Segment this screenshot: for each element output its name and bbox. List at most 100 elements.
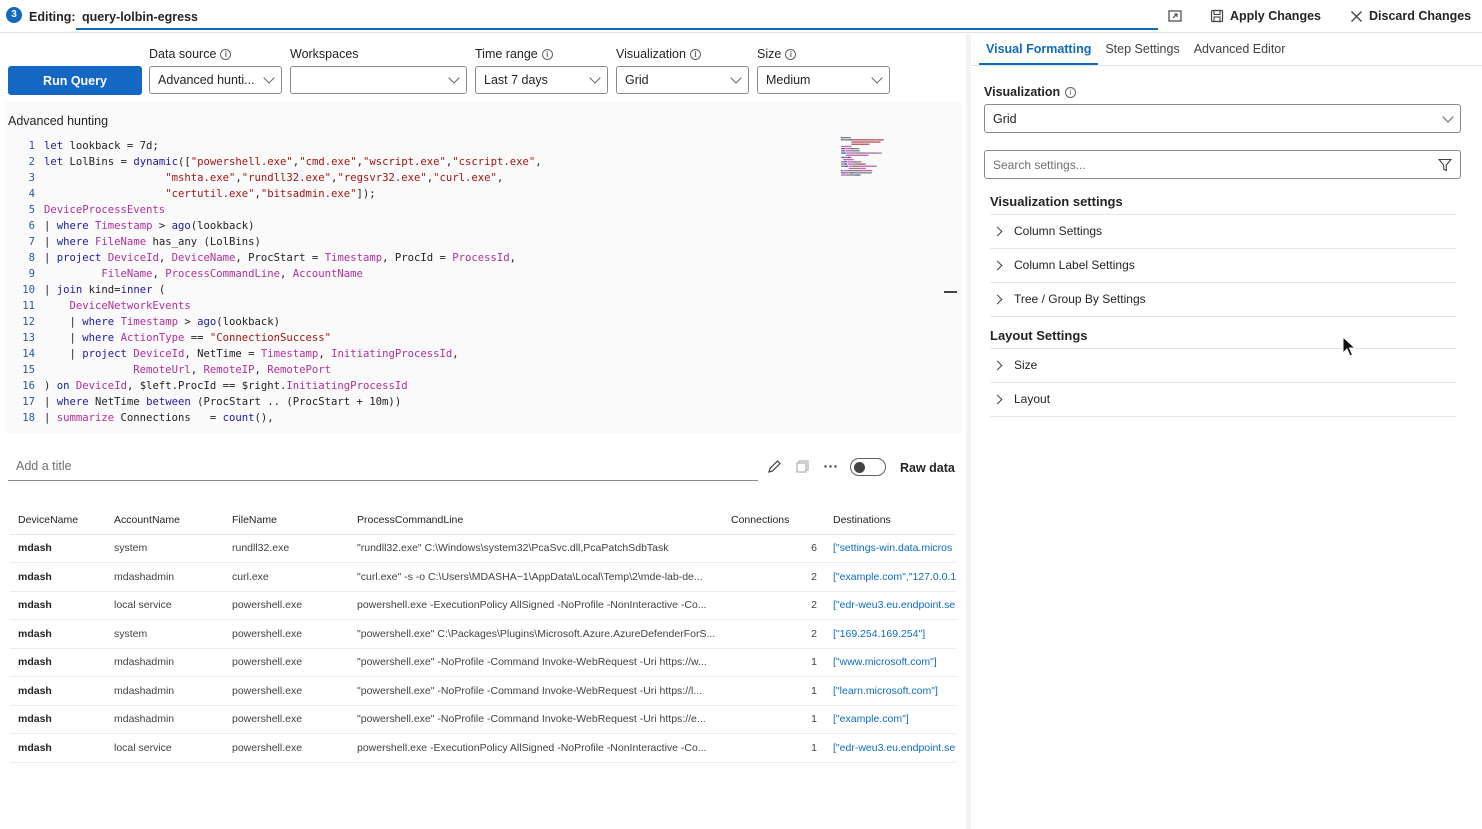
table-cell[interactable]: ["learn.microsoft.com"] (825, 676, 956, 706)
code-token: DeviceId (107, 252, 159, 264)
query-name-input[interactable]: query-lolbin-egress (82, 10, 198, 24)
table-row[interactable]: mdash local service powershell.exe powershe… (10, 733, 956, 763)
code-line[interactable]: 13 | where ActionType == "ConnectionSucc… (8, 330, 542, 346)
table-cell: 1 (723, 648, 825, 677)
code-token: Connections = (114, 412, 223, 424)
tab-visual-formatting[interactable]: Visual Formatting (979, 34, 1099, 65)
discard-changes-button[interactable]: Discard Changes (1350, 9, 1471, 23)
code-line[interactable]: 11 DeviceNetworkEvents (8, 298, 542, 314)
table-cell: "powershell.exe" C:\Packages\Plugins\Mic… (349, 619, 723, 649)
table-cell[interactable]: ["example.com"] (825, 705, 956, 734)
time-range-dropdown[interactable]: Last 7 days (475, 66, 608, 94)
info-icon[interactable]: i (220, 48, 232, 60)
code-line[interactable]: 1 let lookback = 7d; (8, 138, 542, 154)
code-minimap[interactable] (840, 136, 914, 178)
toggle-knob (854, 461, 865, 473)
code-line[interactable]: 8 | project DeviceId, DeviceName, ProcSta… (8, 250, 542, 266)
data-source-dropdown[interactable]: Advanced hunti... (149, 66, 282, 94)
query-editor-pane: Run Query Data source i Advanced hunti...… (0, 34, 966, 829)
line-number: 18 (22, 412, 35, 424)
table-cell: 2 (723, 591, 825, 620)
table-cell: mdash (10, 676, 106, 706)
code-line[interactable]: 4 "certutil.exe", "bitsadmin.exe"]); (8, 186, 542, 202)
code-line[interactable]: 2 let LolBins = dynamic(["powershell.exe"… (8, 154, 542, 170)
apply-changes-button[interactable]: Apply Changes (1210, 9, 1321, 23)
search-settings-input[interactable]: Search settings... (984, 150, 1461, 179)
code-line[interactable]: 10 | join kind= inner ( (8, 282, 542, 298)
step-number-badge: 3 (6, 7, 22, 23)
visualization-dropdown[interactable]: Grid (616, 66, 749, 94)
table-row[interactable]: mdash mdashadmin powershell.exe "powershell… (10, 676, 956, 706)
code-line[interactable]: 5 DeviceProcessEvents (8, 202, 542, 218)
size-dropdown[interactable]: Medium (757, 66, 890, 94)
table-cell: mdashadmin (106, 676, 224, 706)
info-icon[interactable]: i (689, 48, 701, 60)
filter-icon[interactable] (1438, 158, 1452, 172)
accordion-item-column-settings[interactable]: Column Settings (990, 214, 1456, 248)
line-number: 11 (22, 300, 35, 312)
info-icon[interactable]: i (1065, 86, 1077, 98)
accordion-item-column-label-settings[interactable]: Column Label Settings (990, 248, 1456, 282)
code-line[interactable]: 12 | where Timestamp > ago (lookback) (8, 314, 542, 330)
table-cell[interactable]: ["settings-win.data.micros (825, 534, 956, 563)
code-line[interactable]: 9 FileName, ProcessCommandLine, AccountN… (8, 266, 542, 282)
code-lines[interactable]: 1 let lookback = 7d; 2 let LolBins = dynami… (8, 138, 542, 426)
code-line[interactable]: 17 | where NetTime between (ProcStart .. … (8, 394, 542, 410)
info-icon[interactable]: i (541, 48, 553, 60)
table-cell[interactable]: ["www.microsoft.com"] (825, 648, 956, 677)
pencil-icon[interactable] (767, 459, 782, 474)
column-header[interactable]: Connections (723, 506, 825, 535)
table-row[interactable]: mdash local service powershell.exe powershe… (10, 591, 956, 620)
table-cell[interactable]: ["edr-weu3.eu.endpoint.se (825, 733, 956, 763)
code-token: where (56, 220, 89, 232)
code-line[interactable]: 14 | project DeviceId, NetTime = Timesta… (8, 346, 542, 362)
accordion-item-tree-group-by-settings[interactable]: Tree / Group By Settings (990, 282, 1456, 316)
code-token: | (44, 252, 57, 264)
code-token: InitiatingProcessId (331, 348, 453, 360)
code-line[interactable]: 16) on DeviceId, $left.ProcId == $right.… (8, 378, 542, 394)
table-cell[interactable]: ["edr-weu3.eu.endpoint.se (825, 591, 956, 620)
settings-pane: Visual Formatting Step Settings Advanced E… (971, 34, 1482, 829)
table-cell[interactable]: ["169.254.169.254"] (825, 619, 956, 649)
table-row[interactable]: mdash mdashadmin powershell.exe "powershell… (10, 705, 956, 734)
code-token: FileName (95, 236, 147, 248)
accordion-item-size[interactable]: Size (990, 348, 1456, 382)
tab-step-settings[interactable]: Step Settings (1098, 34, 1186, 65)
column-header[interactable]: DeviceName (10, 506, 106, 535)
expand-window-icon[interactable] (1168, 9, 1182, 23)
line-number: 14 (22, 348, 35, 360)
code-line[interactable]: 15 RemoteUrl, RemoteIP, RemotePort (8, 362, 542, 378)
table-cell: powershell.exe (224, 733, 349, 763)
table-cell[interactable]: ["example.com","127.0.0.1 (825, 562, 956, 592)
workspaces-dropdown[interactable] (290, 66, 467, 94)
code-token: , (158, 252, 172, 264)
run-query-button[interactable]: Run Query (8, 66, 142, 95)
column-header[interactable]: FileName (224, 506, 349, 535)
info-icon[interactable]: i (785, 48, 797, 60)
table-row[interactable]: mdash mdashadmin powershell.exe "powershell… (10, 648, 956, 677)
table-row[interactable]: mdash system rundll32.exe "rundll32.exe" C:… (10, 534, 956, 563)
tab-advanced-editor[interactable]: Advanced Editor (1187, 34, 1293, 65)
more-options-icon[interactable] (823, 459, 838, 474)
code-line[interactable]: 18 | summarize Connections = count (), (8, 410, 542, 426)
column-header[interactable]: Destinations (825, 506, 956, 535)
code-line[interactable]: 7 | where FileName has_any (LolBins) (8, 234, 542, 250)
code-token: > (152, 220, 172, 232)
visualization-setting-dropdown[interactable]: Grid (984, 104, 1461, 133)
raw-data-toggle[interactable] (850, 458, 886, 476)
code-line[interactable]: 6 | where Timestamp > ago (lookback) (8, 218, 542, 234)
column-header[interactable]: ProcessCommandLine (349, 506, 723, 535)
table-cell: 2 (723, 619, 825, 649)
table-row[interactable]: mdash system powershell.exe "powershell.exe… (10, 619, 956, 649)
table-row[interactable]: mdash mdashadmin curl.exe "curl.exe" -s -o … (10, 562, 956, 592)
line-number: 10 (22, 284, 35, 296)
accordion-item-layout[interactable]: Layout (990, 382, 1456, 416)
code-token: "mshta.exe" (165, 172, 236, 184)
collapse-icon[interactable] (944, 291, 957, 293)
results-panel: Add a title Raw data DeviceName AccountNa… (4, 441, 962, 829)
code-editor[interactable]: Advanced hunting 1 let lookback = 7d; 2 let… (4, 102, 962, 433)
results-title-input[interactable]: Add a title (8, 455, 758, 481)
column-header[interactable]: AccountName (106, 506, 224, 535)
copy-icon[interactable] (795, 459, 810, 474)
code-line[interactable]: 3 "mshta.exe", "rundll32.exe", "regsvr32.e… (8, 170, 542, 186)
